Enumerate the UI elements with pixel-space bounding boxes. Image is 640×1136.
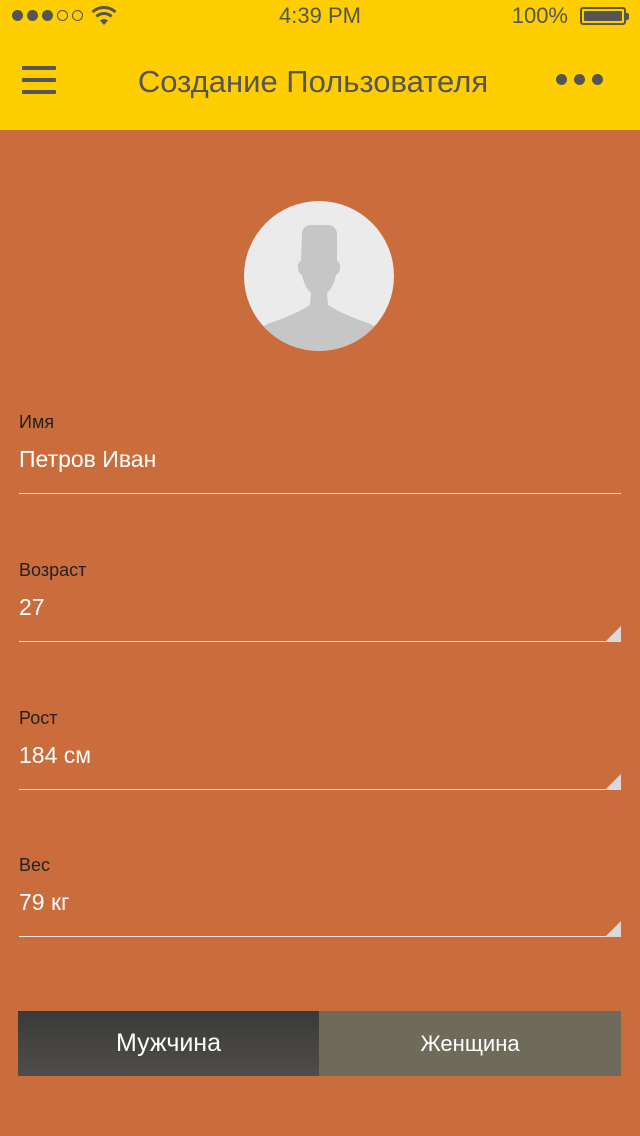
user-silhouette-icon [258,225,380,351]
age-dropdown[interactable]: Возраст 27 [19,560,621,642]
dropdown-arrow-icon[interactable] [605,626,621,642]
more-icon-dot [556,74,567,85]
gender-female-button[interactable]: Женщина [319,1011,621,1076]
name-label: Имя [19,412,55,432]
field-underline [19,789,621,790]
weight-label: Вес [19,855,51,875]
age-value[interactable]: 27 [19,594,45,621]
name-value[interactable]: Петров Иван [19,446,156,473]
page-title: Создание Пользователя [137,64,489,99]
name-field[interactable]: Имя Петров Иван [19,412,621,494]
field-underline [19,493,621,494]
status-bar: 4:39 PM 100% [0,0,640,32]
dropdown-arrow-icon[interactable] [605,774,621,790]
field-underline [19,641,621,642]
battery-percentage: 100% [511,3,568,28]
height-value[interactable]: 184 см [19,742,91,769]
dropdown-arrow-icon[interactable] [605,921,621,937]
avatar[interactable] [244,201,394,351]
height-label: Рост [19,708,58,728]
battery-icon [580,7,629,25]
gender-male-button[interactable]: Мужчина [18,1011,319,1076]
weight-dropdown[interactable]: Вес 79 кг [19,855,621,937]
more-icon-dot [574,74,585,85]
top-bar: 4:39 PM 100% Создание Пользователя [0,0,640,130]
more-options-button[interactable] [556,74,603,88]
height-dropdown[interactable]: Рост 184 см [19,708,621,790]
field-underline [19,936,621,937]
more-icon-dot [592,74,603,85]
age-label: Возраст [19,560,87,580]
gender-toggle: Мужчина Женщина [18,1011,621,1076]
weight-value[interactable]: 79 кг [19,889,69,916]
